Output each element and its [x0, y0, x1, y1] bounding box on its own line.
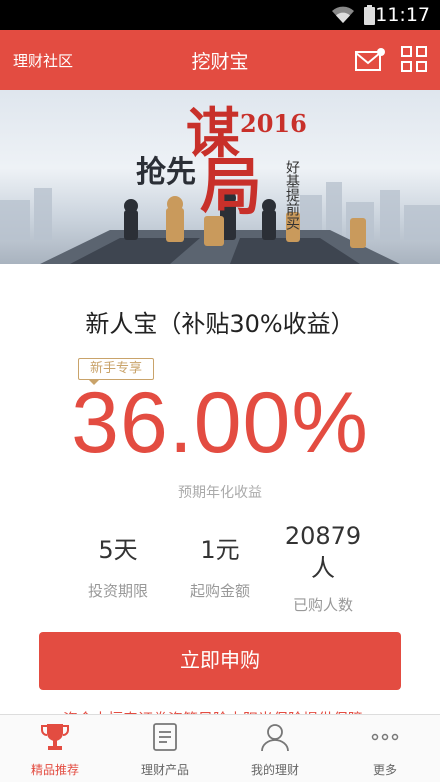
header-bar: 理财社区 挖财宝: [0, 30, 440, 90]
stat-term-value: 5天: [98, 536, 138, 564]
stat-buyers-label: 已购人数: [292, 596, 353, 614]
stat-min-amount-label: 起购金额: [189, 582, 250, 600]
banner-headline-big: 局: [200, 150, 262, 223]
stat-min-amount: 1元 起购金额: [170, 534, 270, 601]
stat-term-label: 投资期限: [87, 582, 148, 600]
mail-icon[interactable]: [354, 46, 386, 74]
tab-featured-label: 精品推荐: [30, 763, 79, 777]
buy-now-button[interactable]: 立即申购: [39, 632, 401, 690]
product-card: 新人宝（补贴30%收益） 新手专享 36.00% 预期年化收益 5天 投资期限 …: [0, 264, 440, 714]
banner-year: 2016: [240, 109, 307, 138]
finance-community-link[interactable]: 理财社区: [13, 50, 73, 71]
battery-icon: [364, 5, 375, 25]
trophy-icon: [41, 724, 69, 750]
product-name: 新人宝（补贴30%收益）: [85, 310, 355, 338]
person-icon: [261, 724, 289, 752]
grid-menu-icon[interactable]: [401, 46, 427, 72]
tab-products-label: 理财产品: [140, 763, 189, 777]
stat-buyers-unit: 人: [311, 554, 335, 582]
tab-featured[interactable]: 精品推荐: [0, 715, 110, 782]
banner-side-text: 好基提前买: [284, 160, 300, 230]
stat-buyers: 20879 人 已购人数: [273, 520, 373, 615]
promo-banner[interactable]: 谋 2016 抢先 局 好基提前买: [0, 90, 440, 264]
tab-my-finance-label: 我的理财: [250, 763, 299, 777]
bottom-tab-bar: 精品推荐 理财产品 我的理财 更多: [0, 714, 440, 782]
clock: 11:17: [375, 4, 430, 26]
banner-art: 谋 2016 抢先 局 好基提前买: [0, 101, 440, 264]
status-bar: 11:17: [0, 0, 440, 30]
stat-min-amount-value: 1元: [200, 536, 240, 564]
rate-label: 预期年化收益: [178, 485, 262, 501]
more-icon: [371, 733, 399, 741]
wifi-icon: [332, 6, 354, 23]
stat-term: 5天 投资期限: [68, 534, 168, 601]
tab-products[interactable]: 理财产品: [110, 715, 220, 782]
banner-subtitle: 抢先: [136, 155, 196, 190]
stat-buyers-value: 20879: [284, 522, 362, 550]
expected-rate: 36.00%: [71, 375, 369, 471]
tab-more-label: 更多: [372, 763, 397, 777]
tab-my-finance[interactable]: 我的理财: [220, 715, 330, 782]
document-icon: [153, 723, 177, 751]
tab-more[interactable]: 更多: [330, 715, 440, 782]
